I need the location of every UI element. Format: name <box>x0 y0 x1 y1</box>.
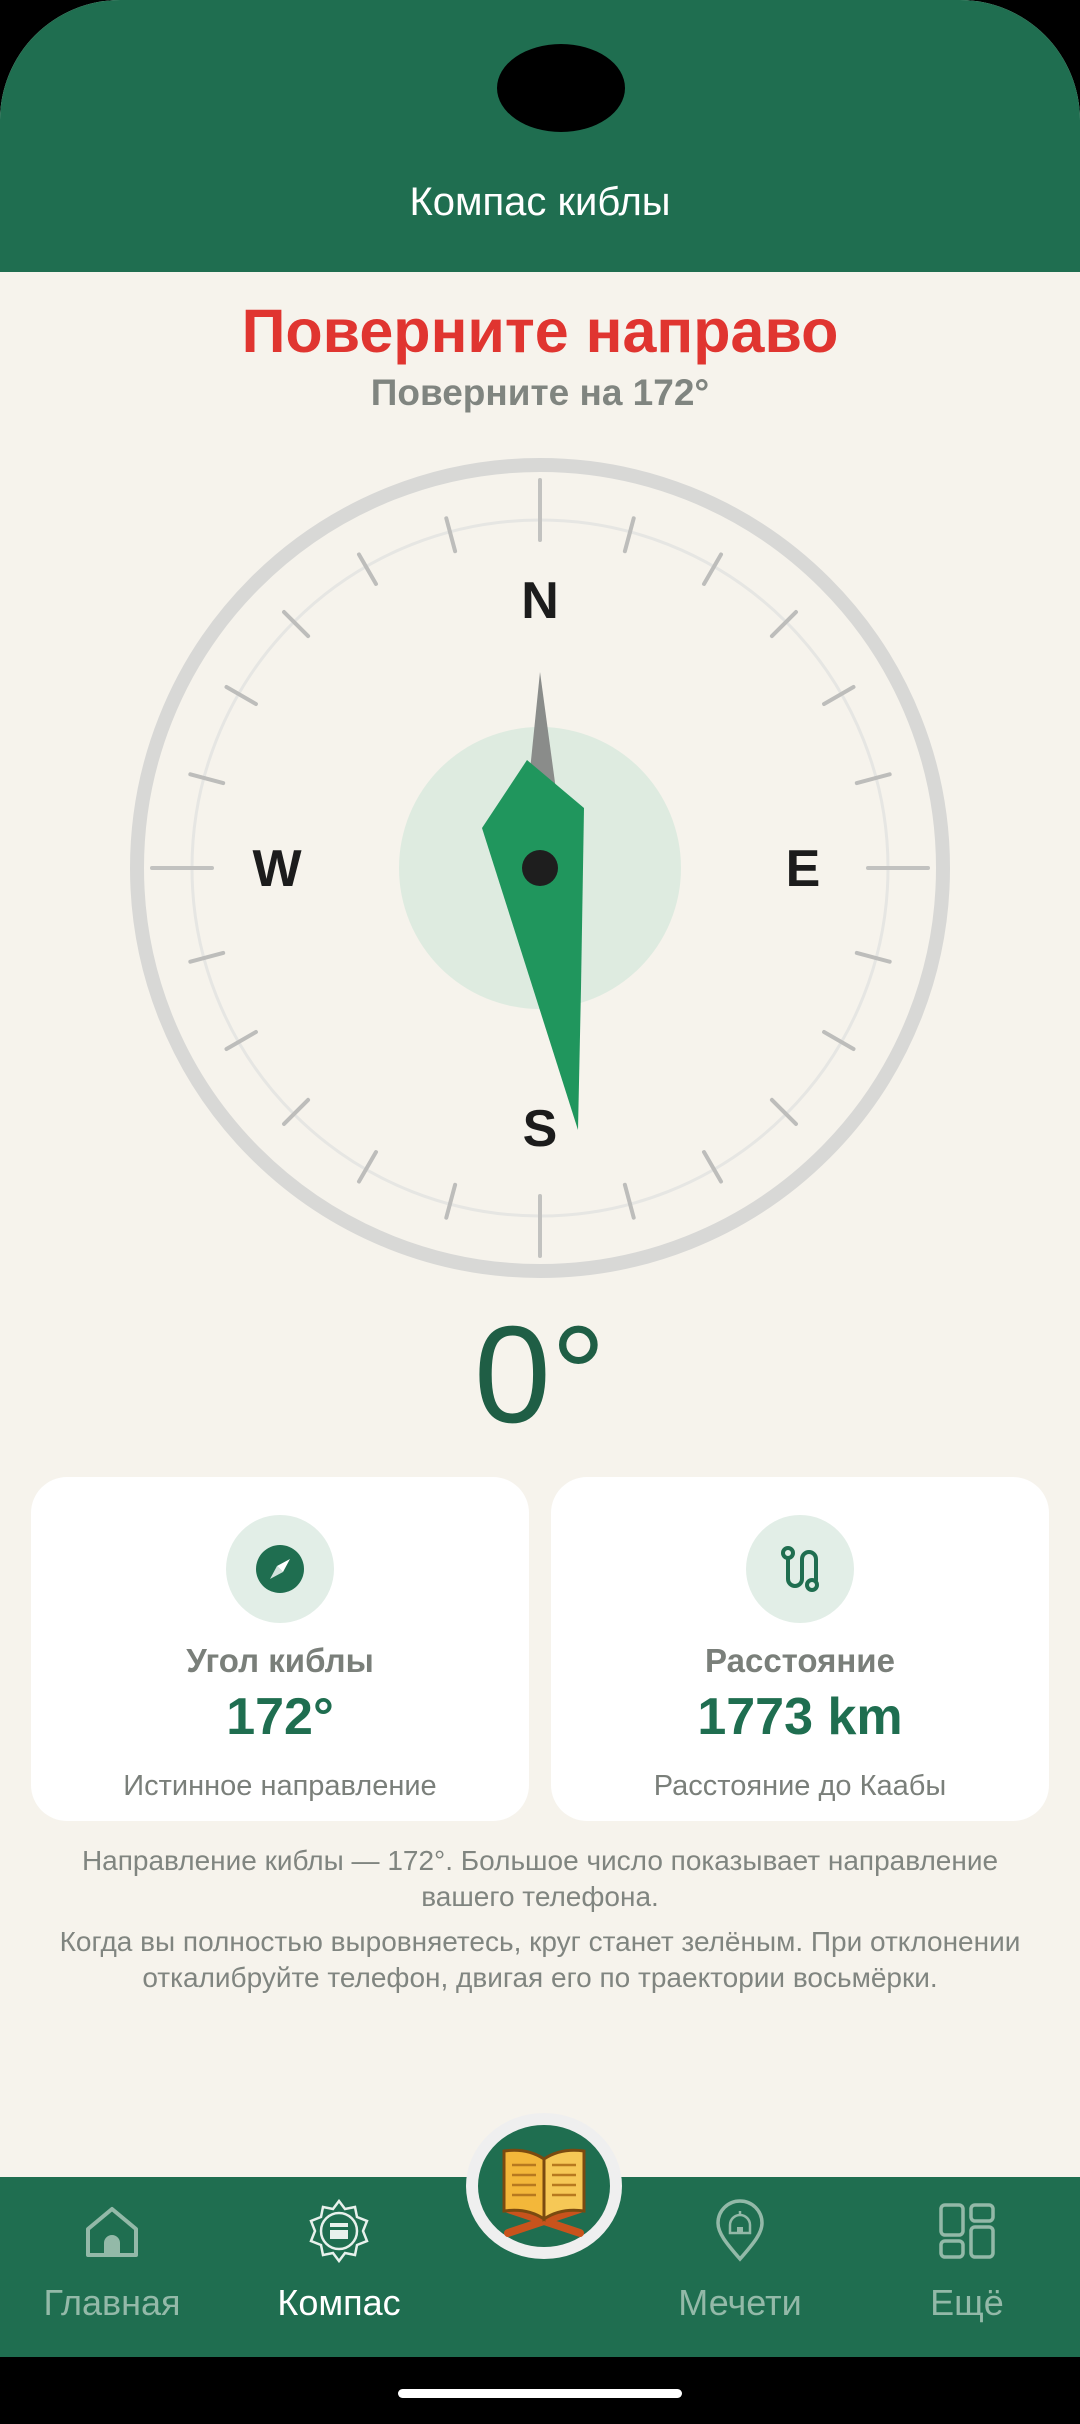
page-title: Компас киблы <box>409 180 671 224</box>
card-label: Расстояние <box>705 1642 895 1679</box>
compass-tick <box>769 610 798 639</box>
camera-cutout <box>497 44 625 132</box>
compass-icon <box>226 1515 334 1623</box>
compass-tick <box>854 772 892 786</box>
cardinal-w: W <box>252 840 302 898</box>
app-bar: Компас киблы <box>0 0 1080 272</box>
route-icon <box>746 1515 854 1623</box>
card-value: 1773 km <box>697 1688 903 1746</box>
nav-item-compass[interactable]: Компас <box>239 2177 439 2357</box>
nav-label: Ещё <box>930 2282 1004 2323</box>
cardinal-e: E <box>786 840 821 898</box>
quran-book-icon <box>502 2148 586 2237</box>
compass-tick <box>444 516 458 554</box>
card-value: 172° <box>226 1688 334 1746</box>
cardinal-n: N <box>521 572 559 630</box>
nav-item-mosques[interactable]: Мечети <box>640 2177 840 2357</box>
home-indicator[interactable] <box>398 2389 682 2398</box>
qibla-compass: N S W E <box>130 458 950 1278</box>
nav-label: Главная <box>43 2282 181 2323</box>
compass-tick <box>188 950 226 964</box>
home-icon <box>86 2207 138 2257</box>
distance-card: Расстояние 1773 km Расстояние до Каабы <box>551 1477 1049 1821</box>
compass-tick <box>188 772 226 786</box>
card-description: Истинное направление <box>123 1770 437 1802</box>
nav-label: Компас <box>277 2282 401 2323</box>
nav-item-more[interactable]: Ещё <box>867 2177 1067 2357</box>
turn-angle-text: Поверните на 172° <box>370 372 710 413</box>
quran-button-inner <box>478 2125 610 2247</box>
screen: Компас киблы Поверните направо Поверните… <box>0 0 1080 2424</box>
compass-tick <box>444 1182 458 1220</box>
compass-tick <box>769 1097 798 1126</box>
compass-tick <box>282 1097 311 1126</box>
cardinal-s: S <box>523 1100 558 1158</box>
compass-pivot <box>522 850 558 886</box>
compass-tick <box>854 950 892 964</box>
card-description: Расстояние до Каабы <box>653 1770 947 1802</box>
nav-label: Мечети <box>678 2282 802 2323</box>
compass-tick <box>622 1182 636 1220</box>
compass-tick <box>282 610 311 639</box>
compass-tick <box>622 516 636 554</box>
nav-item-home[interactable]: Главная <box>12 2177 212 2357</box>
grid-more-icon <box>939 2203 995 2259</box>
info-text-calibration: Когда вы полностью выровняетесь, круг ст… <box>59 1926 1021 1993</box>
phone-heading: 0° <box>474 1298 606 1452</box>
kaaba-compass-icon <box>309 2199 369 2263</box>
info-text-direction: Направление киблы — 172°. Большое число … <box>81 1845 999 1912</box>
qibla-angle-card: Угол киблы 172° Истинное направление <box>31 1477 529 1821</box>
quran-button[interactable] <box>466 2113 622 2259</box>
mosque-pin-icon <box>716 2199 764 2262</box>
turn-instruction: Поверните направо <box>241 297 839 365</box>
card-label: Угол киблы <box>186 1642 374 1679</box>
